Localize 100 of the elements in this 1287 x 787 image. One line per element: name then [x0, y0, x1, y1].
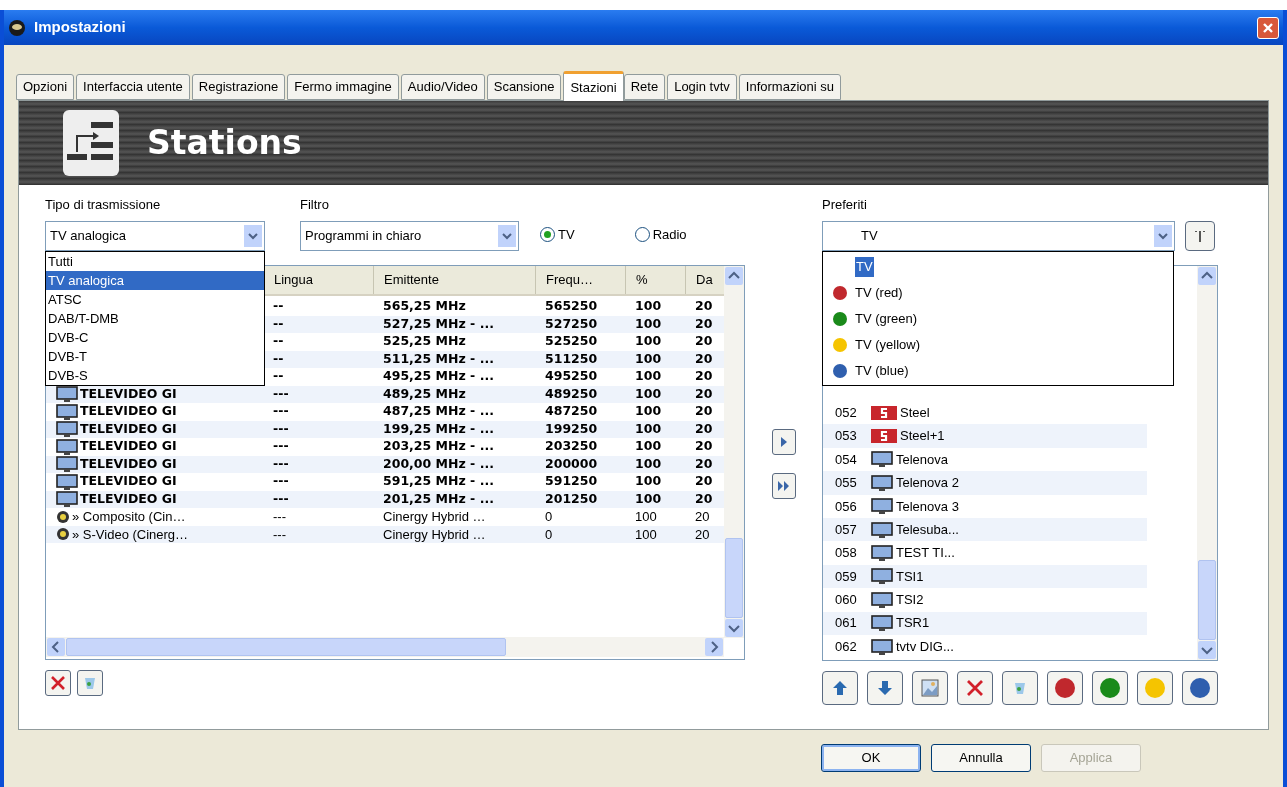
table-cell-text: Cinergy Hybrid … [382, 508, 487, 526]
picture-button[interactable] [912, 671, 948, 705]
radio-button[interactable] [634, 227, 650, 243]
channel-number: 059 [835, 567, 858, 586]
station-name: TELEVIDEO GI [80, 454, 177, 473]
dropdown-option[interactable]: TV (yellow) [855, 335, 920, 355]
mark-button[interactable] [1092, 671, 1128, 705]
channel-number: 062 [835, 637, 858, 656]
text-cursor-icon [1194, 229, 1206, 243]
channel-number: 061 [835, 614, 858, 633]
favorites-dropdown[interactable]: TV [822, 221, 1175, 251]
radio-option[interactable]: Radio [634, 225, 687, 245]
dropdown-option[interactable]: DVB-S [46, 366, 264, 385]
delete-button[interactable] [957, 671, 993, 705]
table-cell-text: 565250 [544, 297, 599, 316]
channel-name[interactable]: Telesuba... [896, 519, 959, 540]
s-logo-icon [871, 428, 897, 445]
channel-name[interactable]: TSR1 [896, 613, 930, 633]
table-cell-text: 525250 [544, 332, 599, 351]
channel-name[interactable]: tvtv DIG... [896, 636, 954, 657]
window-title: Impostazioni [34, 17, 126, 38]
channel-name[interactable]: Telenova 3 [896, 496, 959, 516]
table-cell-text: 100 [634, 367, 663, 386]
channel-name[interactable]: Telenova 2 [896, 473, 959, 493]
delete-button[interactable] [45, 670, 71, 696]
field-label: Filtro [300, 196, 330, 214]
table-cell-text: 495,25 MHz - ... [382, 367, 495, 386]
channel-name[interactable]: TSI2 [896, 590, 924, 610]
table-cell-text: -- [272, 349, 285, 368]
dropdown-option[interactable]: TV (blue) [855, 361, 909, 381]
table-cell-text: -- [272, 332, 285, 351]
mark-button[interactable] [1137, 671, 1173, 705]
dropdown-option[interactable]: TV analogica [46, 271, 264, 290]
dropdown-option[interactable]: ATSC [46, 290, 264, 309]
dialog-button[interactable]: Annulla [931, 744, 1031, 772]
column-header[interactable]: % [625, 266, 685, 294]
dropdown-option[interactable]: DAB/T-DMB [46, 309, 264, 328]
table-cell-text: 527,25 MHz - ... [382, 314, 495, 333]
channel-name[interactable]: TEST TI... [896, 543, 955, 563]
table-cell-text: Cinergy Hybrid … [382, 525, 487, 544]
column-header[interactable]: Lingua [263, 266, 373, 294]
table-cell-text: 511,25 MHz - ... [382, 349, 495, 368]
dropdown-option[interactable]: TV (red) [855, 283, 903, 303]
mark-button[interactable] [1047, 671, 1083, 705]
table-cell-text: --- [272, 402, 290, 421]
tv-icon [871, 521, 893, 538]
close-button[interactable] [1257, 16, 1279, 39]
tv-icon [871, 545, 893, 562]
channel-number: 055 [835, 474, 858, 493]
table-cell-text: 201,25 MHz - ... [382, 489, 495, 508]
station-name: TELEVIDEO GI [80, 402, 177, 421]
table-cell-text: 565,25 MHz [382, 297, 467, 316]
channel-name[interactable]: Steel [900, 402, 930, 423]
tab[interactable]: Fermo immagine [287, 74, 399, 100]
tab[interactable]: Login tvtv [667, 74, 737, 100]
dropdown-option[interactable]: TV [855, 257, 874, 277]
table-cell-text: 199250 [544, 419, 599, 438]
rename-button[interactable] [1185, 221, 1215, 251]
tab[interactable]: Stazioni [563, 71, 624, 101]
dropdown-option[interactable]: Tutti [46, 252, 264, 271]
scroll-down-icon [1197, 640, 1217, 660]
channel-name[interactable]: Telenova [896, 449, 949, 470]
radio-option[interactable]: TV [540, 225, 575, 245]
channel-name[interactable]: Steel+1 [900, 426, 945, 446]
dropdown-option[interactable]: TV (green) [855, 309, 918, 329]
dropdown-option[interactable]: DVB-T [46, 347, 264, 366]
move-down-button[interactable] [867, 671, 903, 705]
column-header[interactable]: Frequ… [535, 266, 625, 294]
tab[interactable]: Interfaccia utente [76, 74, 190, 100]
add-button[interactable] [771, 429, 796, 455]
table-cell-text: 203250 [544, 437, 599, 456]
mark-button[interactable] [1182, 671, 1218, 705]
recycle-bin-button[interactable] [1002, 671, 1038, 705]
table-cell-text: -- [272, 367, 285, 386]
tab[interactable]: Audio/Video [400, 74, 485, 100]
tab[interactable]: Scansione [486, 74, 562, 100]
dropdown-option[interactable]: DVB-C [46, 328, 264, 347]
recycle-bin-button[interactable] [77, 670, 103, 696]
add-all-button[interactable] [771, 473, 796, 499]
tab[interactable]: Registrazione [191, 74, 286, 100]
channel-name[interactable]: TSI1 [896, 566, 924, 587]
scroll-up-icon [1197, 266, 1217, 286]
tv-icon [56, 386, 78, 403]
table-cell-text: --- [272, 454, 290, 473]
tab[interactable]: Opzioni [16, 74, 75, 100]
column-header[interactable]: Emittente [373, 266, 535, 294]
table-cell-text: 20 [694, 508, 711, 526]
field-label: Tipo di trasmissione [45, 196, 162, 214]
tab[interactable]: Informazioni su [738, 74, 841, 100]
picture-icon [921, 679, 939, 697]
move-up-button[interactable] [822, 671, 858, 705]
filter-dropdown[interactable]: Programmi in chiaro [300, 221, 519, 251]
dialog-button[interactable]: OK [821, 744, 921, 772]
s-logo-icon [871, 404, 897, 421]
table-cell-text: --- [272, 419, 290, 438]
table-cell-text: --- [272, 525, 287, 544]
radio-button[interactable] [540, 227, 555, 243]
scroll-down-icon [724, 618, 744, 638]
transmission-dropdown[interactable]: TV analogica [45, 221, 265, 251]
tab[interactable]: Rete [623, 74, 666, 100]
